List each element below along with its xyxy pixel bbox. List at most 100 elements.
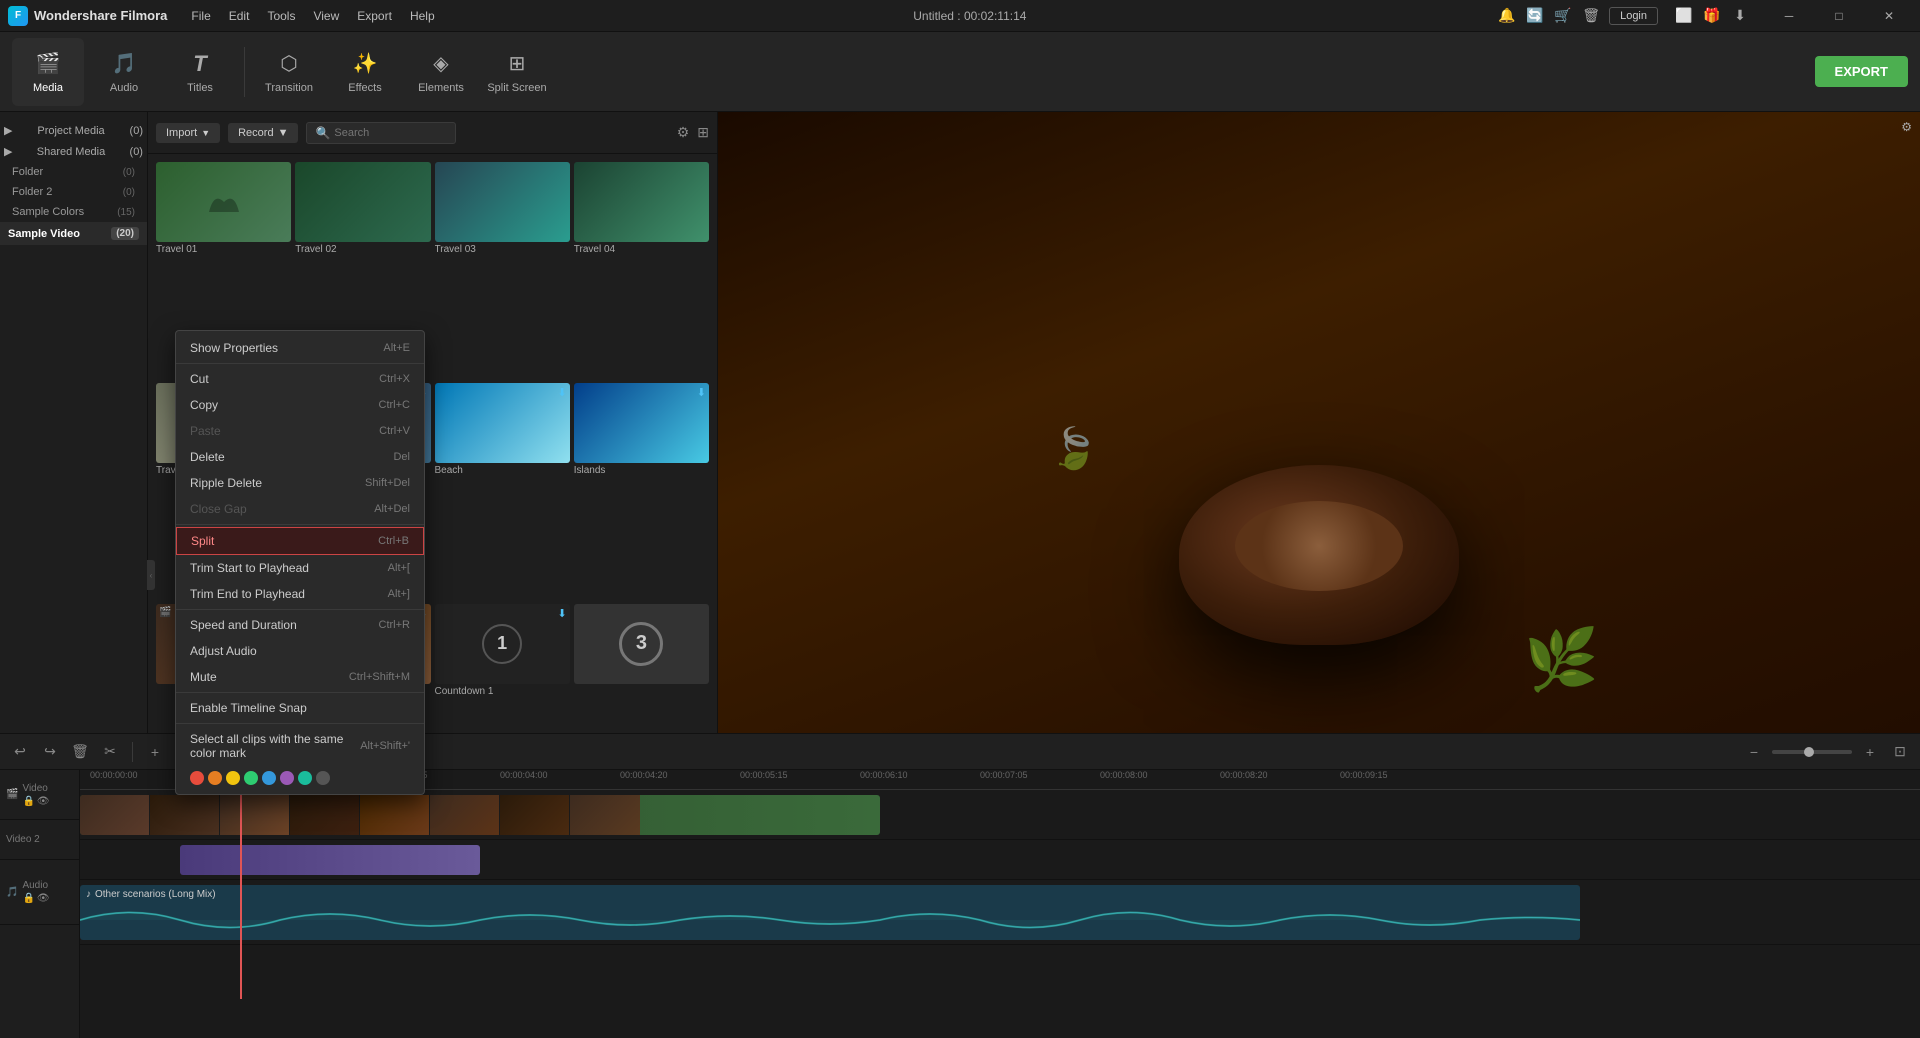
search-icon: 🔍 — [315, 126, 330, 140]
record-button[interactable]: Record ▼ — [228, 123, 298, 143]
ctx-adjust-audio[interactable]: Adjust Audio — [176, 638, 424, 664]
travel01-label: Travel 01 — [156, 242, 291, 257]
maximize-button[interactable]: □ — [1816, 0, 1862, 32]
notification-icon[interactable]: 🔔 — [1497, 6, 1517, 26]
toolbar-titles[interactable]: T Titles — [164, 38, 236, 106]
menu-view[interactable]: View — [305, 7, 347, 25]
folder2-label: Folder 2 — [12, 186, 52, 198]
ctx-copy[interactable]: Copy Ctrl+C — [176, 392, 424, 418]
ctx-select-same-color[interactable]: Select all clips with the same color mar… — [176, 726, 424, 766]
toolbar-media[interactable]: 🎬 Media — [12, 38, 84, 106]
shared-media-section[interactable]: ▶ Shared Media (0) — [0, 141, 147, 162]
color-dot-yellow[interactable] — [226, 771, 240, 785]
color-dot-red[interactable] — [190, 771, 204, 785]
ctx-delete[interactable]: Delete Del — [176, 444, 424, 470]
ctx-mute[interactable]: Mute Ctrl+Shift+M — [176, 664, 424, 690]
export-button[interactable]: EXPORT — [1815, 56, 1908, 87]
restore-icon[interactable]: ⬜ — [1674, 6, 1694, 26]
delete-clip-button[interactable]: 🗑 — [68, 740, 92, 764]
toolbar-audio[interactable]: 🎵 Audio — [88, 38, 160, 106]
track-labels: 🎬 Video 🔒 👁 Video 2 🎵 Audio — [0, 770, 80, 1038]
track-lock-icon[interactable]: 🔒 — [22, 796, 34, 807]
color-dot-blue[interactable] — [262, 771, 276, 785]
video-track-icon: 🎬 — [6, 789, 18, 800]
add-video-button[interactable]: + — [143, 740, 167, 764]
project-media-label: Project Media — [37, 125, 104, 137]
ctx-ripple-delete-label: Ripple Delete — [190, 476, 262, 490]
beach-label: Beach — [435, 463, 570, 478]
media-thumb-beach[interactable]: ⬇ Beach — [435, 383, 570, 600]
fit-timeline-button[interactable]: ⊡ — [1888, 740, 1912, 764]
zoom-out-button[interactable]: − — [1742, 740, 1766, 764]
preview-settings-icon[interactable]: ⚙ — [1901, 120, 1912, 134]
sync-icon[interactable]: 🔄 — [1525, 6, 1545, 26]
ctx-speed-duration[interactable]: Speed and Duration Ctrl+R — [176, 612, 424, 638]
color-dot-teal[interactable] — [298, 771, 312, 785]
color-dot-orange[interactable] — [208, 771, 222, 785]
clip-frame-7 — [500, 795, 570, 835]
menu-export[interactable]: Export — [349, 7, 400, 25]
sample-video-item[interactable]: Sample Video (20) — [0, 222, 147, 245]
menu-edit[interactable]: Edit — [221, 7, 258, 25]
ctx-trim-start[interactable]: Trim Start to Playhead Alt+[ — [176, 555, 424, 581]
media-thumb-travel04[interactable]: Travel 04 — [574, 162, 709, 379]
zoom-slider[interactable] — [1772, 750, 1852, 754]
shared-media-count: (0) — [130, 146, 143, 158]
filter-button[interactable]: ⚙ — [677, 124, 690, 141]
menu-tools[interactable]: Tools — [259, 7, 303, 25]
toolbar-transition[interactable]: ⬡ Transition — [253, 38, 325, 106]
cart-icon[interactable]: 🛒 — [1553, 6, 1573, 26]
track-eye-icon[interactable]: 👁 — [37, 796, 50, 807]
folder2-item[interactable]: Folder 2 (0) — [0, 182, 147, 202]
menu-help[interactable]: Help — [402, 7, 443, 25]
ctx-close-gap-shortcut: Alt+Del — [374, 503, 410, 515]
import-button[interactable]: Import ▼ — [156, 123, 220, 143]
ctx-show-properties-label: Show Properties — [190, 341, 278, 355]
gift-icon[interactable]: 🎁 — [1702, 6, 1722, 26]
color-dot-gray[interactable] — [316, 771, 330, 785]
color-dot-green[interactable] — [244, 771, 258, 785]
redo-button[interactable]: ↪ — [38, 740, 62, 764]
search-input[interactable] — [334, 127, 447, 139]
view-toggle-button[interactable]: ⊞ — [697, 124, 709, 141]
undo-button[interactable]: ↩ — [8, 740, 32, 764]
menu-file[interactable]: File — [183, 7, 218, 25]
titlebar-menu: File Edit Tools View Export Help — [183, 7, 442, 25]
media-thumb-travel03[interactable]: Travel 03 — [435, 162, 570, 379]
audio-eye-icon[interactable]: 👁 — [37, 893, 50, 904]
search-box[interactable]: 🔍 — [306, 122, 456, 144]
audio-lock-icon[interactable]: 🔒 — [22, 893, 34, 904]
ctx-show-properties[interactable]: Show Properties Alt+E — [176, 335, 424, 361]
minimize-button[interactable]: ─ — [1766, 0, 1812, 32]
folder-item[interactable]: Folder (0) — [0, 162, 147, 182]
toolbar-elements[interactable]: ◈ Elements — [405, 38, 477, 106]
download-icon[interactable]: ⬇ — [1730, 6, 1750, 26]
audio-track: ♪ Other scenarios (Long Mix) — [80, 880, 1920, 945]
toolbar-splitscreen-label: Split Screen — [487, 82, 546, 94]
panel-collapse-handle[interactable]: ‹ — [147, 560, 155, 590]
toolbar-effects[interactable]: ✨ Effects — [329, 38, 401, 106]
ctx-cut[interactable]: Cut Ctrl+X — [176, 366, 424, 392]
ctx-ripple-delete[interactable]: Ripple Delete Shift+Del — [176, 470, 424, 496]
trash-icon[interactable]: 🗑 — [1581, 6, 1601, 26]
media-thumb-islands[interactable]: ⬇ Islands — [574, 383, 709, 600]
main-video-clip[interactable] — [80, 795, 880, 835]
zoom-handle — [1804, 747, 1814, 757]
ctx-split[interactable]: Split Ctrl+B — [176, 527, 424, 555]
login-button[interactable]: Login — [1609, 7, 1658, 25]
audio-clip[interactable]: ♪ Other scenarios (Long Mix) — [80, 885, 1580, 940]
close-button[interactable]: ✕ — [1866, 0, 1912, 32]
folder-label: Folder — [12, 166, 43, 178]
project-media-section[interactable]: ▶ Project Media (0) — [0, 120, 147, 141]
secondary-clip[interactable] — [180, 845, 480, 875]
toolbar-splitscreen[interactable]: ⊞ Split Screen — [481, 38, 553, 106]
ctx-enable-snap[interactable]: Enable Timeline Snap — [176, 695, 424, 721]
islands-download-icon: ⬇ — [697, 386, 706, 399]
ctx-trim-end[interactable]: Trim End to Playhead Alt+] — [176, 581, 424, 607]
cut-button[interactable]: ✂ — [98, 740, 122, 764]
audio-waveform — [80, 900, 1580, 940]
sample-colors-item[interactable]: Sample Colors (15) — [0, 202, 147, 222]
zoom-in-button[interactable]: + — [1858, 740, 1882, 764]
import-arrow-icon: ▼ — [201, 128, 210, 138]
color-dot-purple[interactable] — [280, 771, 294, 785]
